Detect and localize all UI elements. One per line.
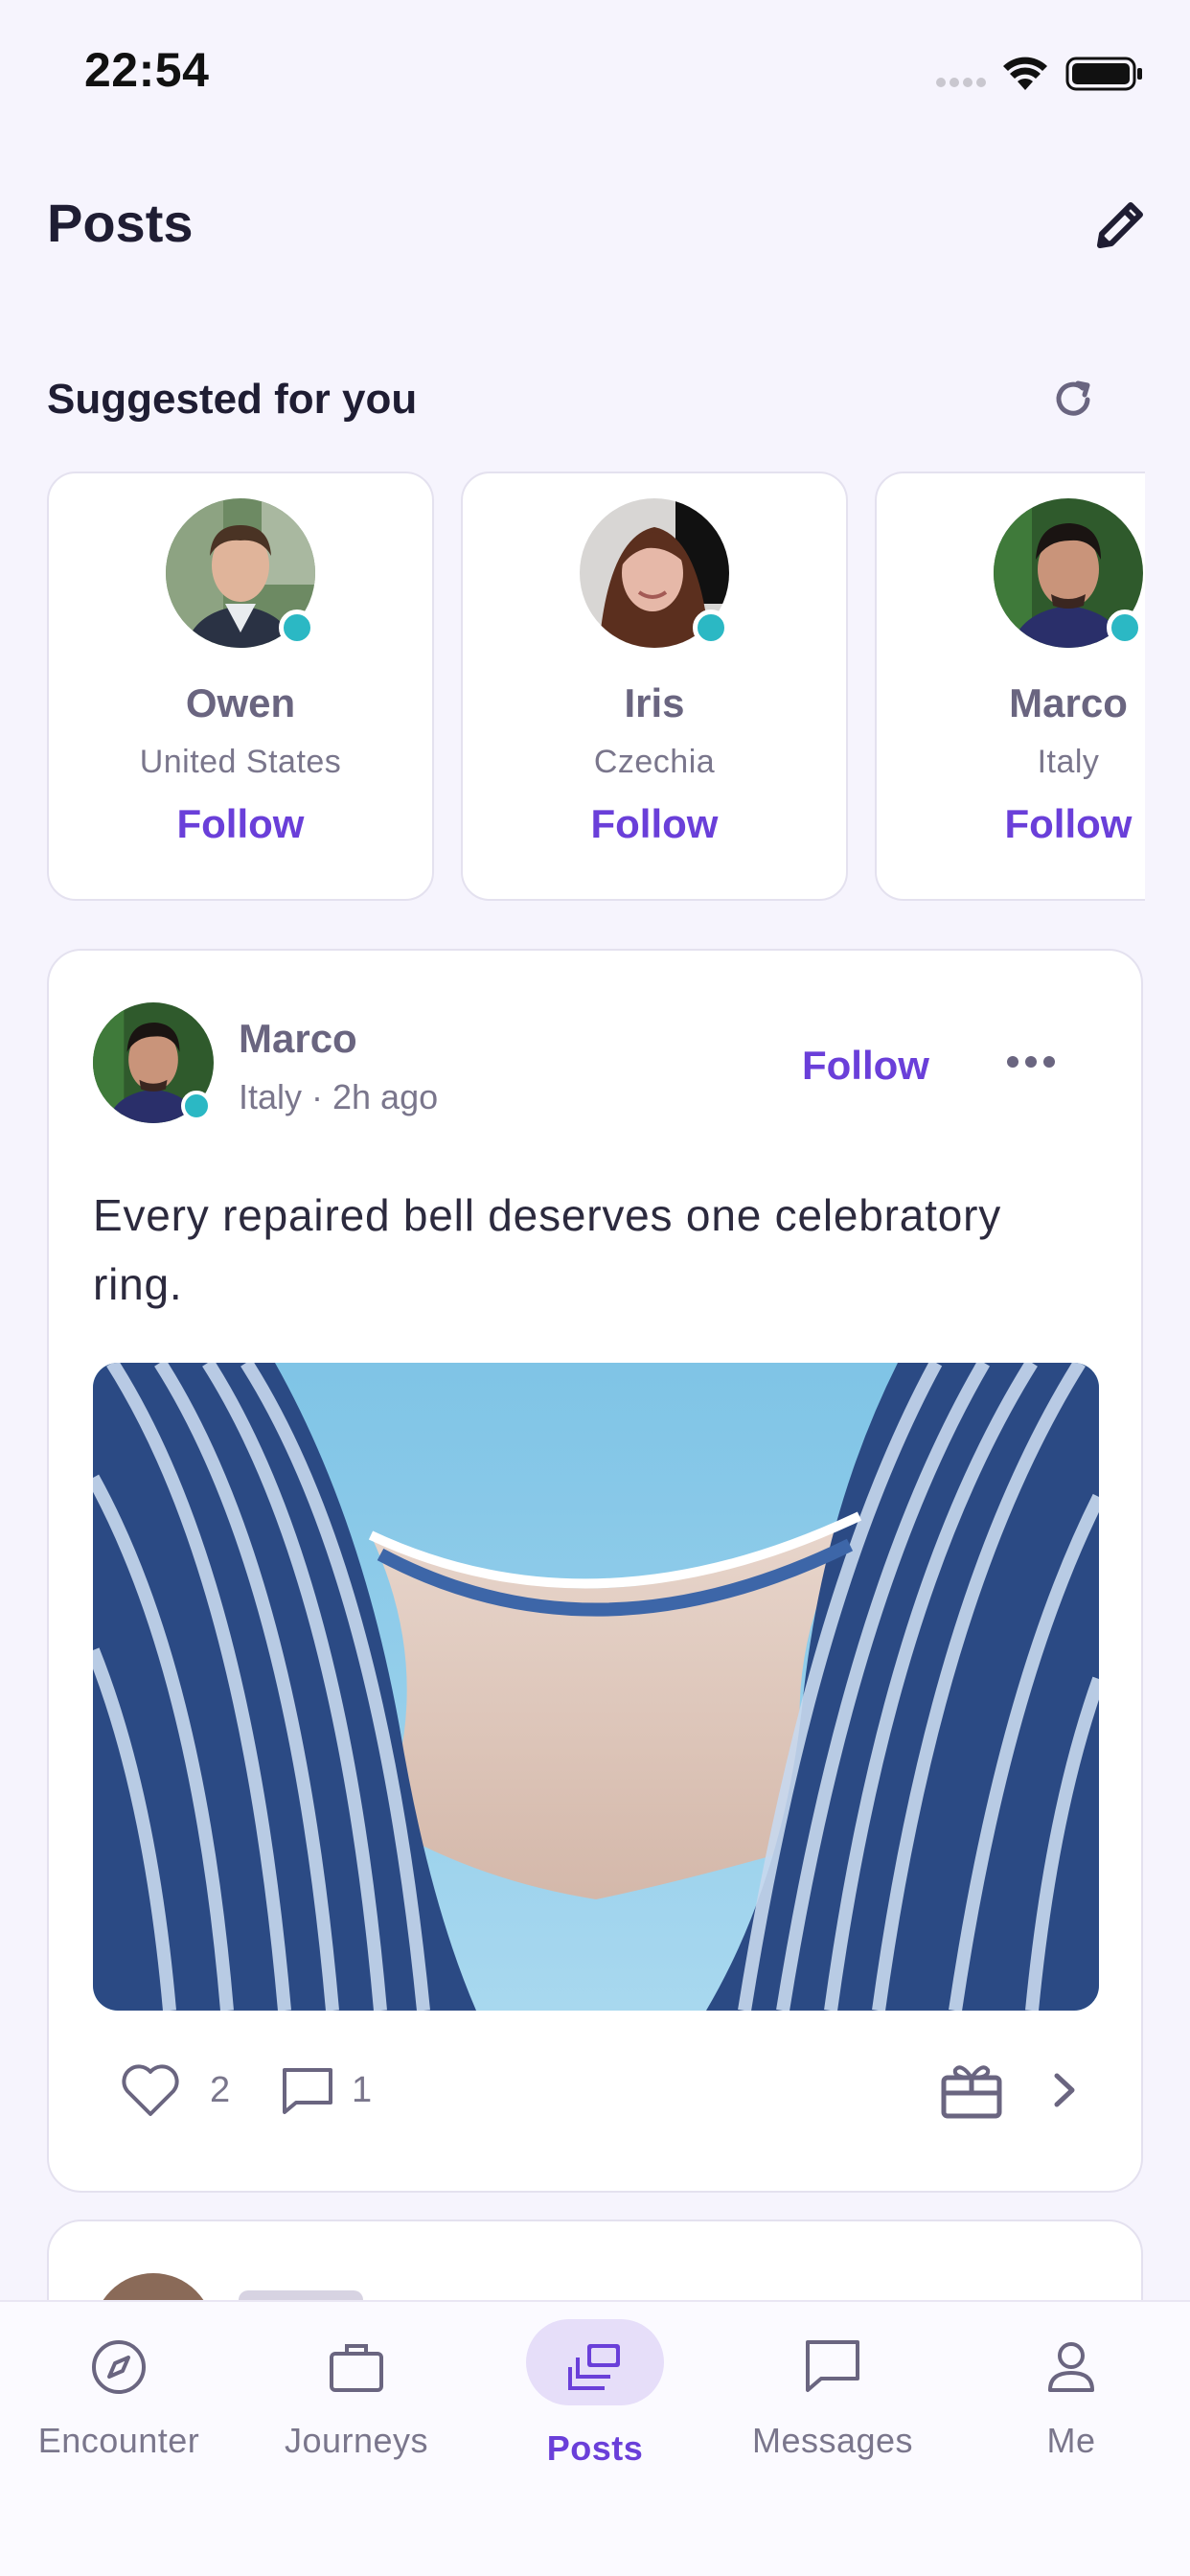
battery-icon [1065, 57, 1142, 91]
pencil-icon [1097, 202, 1143, 248]
nav-item-journeys[interactable]: Journeys [238, 2302, 475, 2494]
nav-item-messages[interactable]: Messages [714, 2302, 951, 2494]
suggested-users-carousel[interactable]: Owen United States Follow Iris Czechia F… [47, 472, 1145, 903]
post-author-name[interactable]: Marco [239, 1016, 357, 1062]
status-time: 22:54 [84, 43, 210, 97]
avatar[interactable] [166, 498, 315, 648]
nav-item-encounter[interactable]: Encounter [0, 2302, 238, 2494]
refresh-icon [1056, 380, 1090, 416]
like-button[interactable] [120, 2062, 181, 2120]
suggested-user-country: Czechia [593, 744, 716, 780]
suggested-user-country: United States [139, 744, 342, 780]
suggested-user-card[interactable]: Owen United States Follow [47, 472, 434, 901]
nav-label: Journeys [284, 2421, 429, 2460]
heart-icon [122, 2064, 179, 2116]
post-meta: Italy · 2h ago [239, 1077, 439, 1116]
signal-icon [936, 78, 986, 87]
online-indicator [693, 610, 729, 646]
comment-button[interactable] [281, 2066, 334, 2116]
gift-button[interactable] [940, 2060, 1003, 2120]
follow-button[interactable]: Follow [463, 801, 846, 847]
nav-label: Me [1046, 2421, 1096, 2460]
nav-label: Encounter [37, 2421, 200, 2460]
like-count: 2 [210, 2070, 231, 2110]
stacked-cards-icon [566, 2338, 624, 2396]
person-icon [1042, 2338, 1100, 2396]
comment-icon [283, 2068, 332, 2114]
suggested-user-name: Owen [185, 680, 296, 725]
online-indicator [181, 1091, 212, 1121]
status-icons [934, 48, 1145, 96]
online-indicator [279, 610, 315, 646]
avatar[interactable] [93, 1002, 214, 1123]
avatar[interactable] [994, 498, 1143, 648]
follow-button[interactable]: Follow [49, 801, 432, 847]
suggested-user-country: Italy [1037, 744, 1100, 780]
briefcase-icon [328, 2338, 385, 2396]
edit-post-button[interactable] [1087, 192, 1154, 259]
post-card[interactable]: Marco Italy · 2h ago Follow Every repair… [47, 949, 1143, 2193]
more-options-button[interactable] [1003, 1043, 1059, 1081]
gift-icon [941, 2065, 1002, 2119]
suggested-user-name: Iris [624, 680, 685, 725]
more-horizontal-icon [1007, 1056, 1055, 1068]
comment-count: 1 [352, 2070, 373, 2110]
bottom-nav: Encounter Journeys Posts Messages Me [0, 2300, 1190, 2576]
page-title: Posts [47, 193, 194, 253]
nav-label: Posts [546, 2428, 644, 2468]
wifi-icon [1003, 57, 1047, 90]
suggested-user-card[interactable]: Marco Italy Follow [875, 472, 1145, 901]
refresh-button[interactable] [1049, 376, 1097, 424]
suggested-user-name: Marco [1009, 680, 1128, 725]
online-indicator [1107, 610, 1143, 646]
nav-label: Messages [751, 2421, 914, 2460]
nav-item-me[interactable]: Me [952, 2302, 1190, 2494]
chat-bubble-icon [804, 2338, 861, 2396]
open-post-button[interactable] [1045, 2068, 1084, 2112]
post-image[interactable] [93, 1363, 1099, 2011]
post-text: Every repaired bell deserves one celebra… [93, 1190, 1002, 1309]
avatar[interactable] [580, 498, 729, 648]
section-title-suggested: Suggested for you [47, 376, 418, 423]
compass-icon [90, 2338, 148, 2396]
nav-item-posts[interactable]: Posts [476, 2302, 714, 2494]
follow-button[interactable]: Follow [877, 801, 1145, 847]
suggested-user-card[interactable]: Iris Czechia Follow [461, 472, 848, 901]
chevron-right-icon [1054, 2073, 1075, 2107]
follow-button[interactable]: Follow [802, 1043, 929, 1089]
